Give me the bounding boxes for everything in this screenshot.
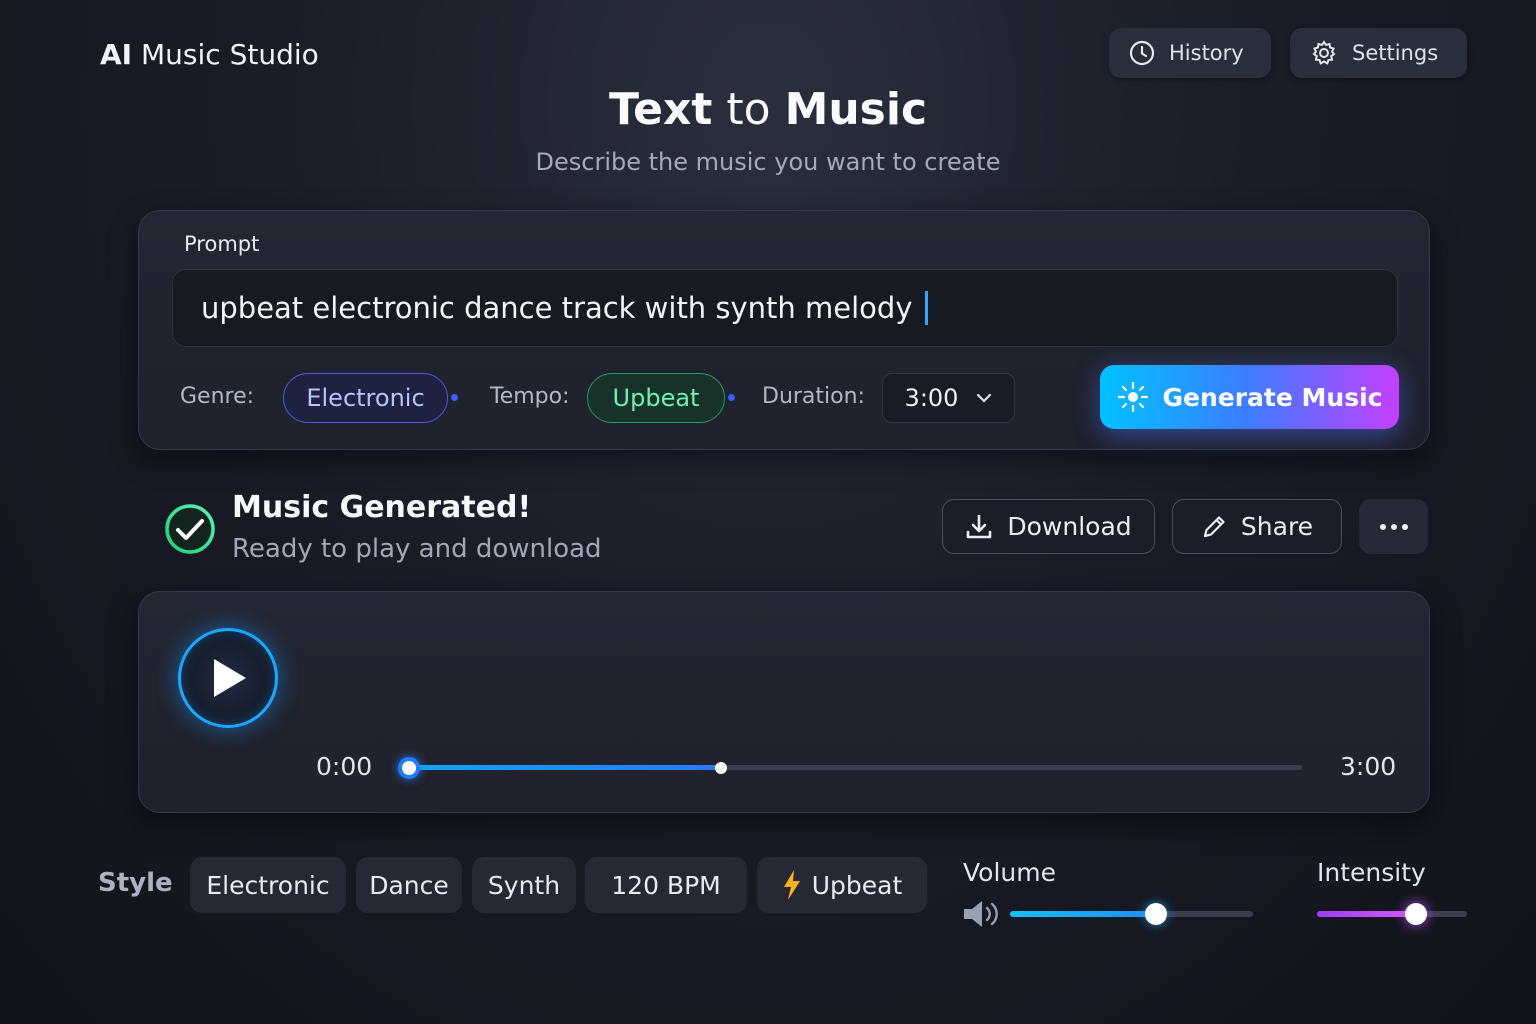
share-button[interactable]: Share [1172, 499, 1342, 554]
text-caret [924, 291, 928, 325]
more-icon [1379, 523, 1408, 530]
intensity-knob[interactable] [1405, 903, 1427, 925]
waveform-logo-icon [49, 31, 89, 77]
prompt-input[interactable]: upbeat electronic dance track with synth… [172, 269, 1398, 347]
volume-knob[interactable] [1145, 903, 1167, 925]
tempo-chip[interactable]: Upbeat [587, 373, 725, 423]
clock-icon [1129, 40, 1155, 66]
download-icon [967, 514, 992, 538]
intensity-fill [1317, 911, 1416, 917]
style-label: Style [98, 868, 173, 898]
duration-select[interactable]: 3:00 [882, 373, 1015, 423]
check-circle-icon [165, 504, 215, 554]
settings-label: Settings [1352, 41, 1439, 65]
download-label: Download [1007, 512, 1132, 541]
tempo-label: Tempo: [490, 384, 570, 409]
status-title: Music Generated! [232, 490, 532, 525]
duration-value: 3:00 [904, 384, 959, 412]
gear-icon [1312, 40, 1336, 65]
progress-fill [408, 765, 721, 770]
pencil-icon [1203, 515, 1225, 537]
chevron-down-icon [977, 393, 992, 403]
volume-fill [1010, 911, 1156, 917]
play-button[interactable] [178, 628, 278, 728]
current-time: 0:00 [316, 752, 373, 781]
page-subtitle: Describe the music you want to create [535, 148, 1001, 176]
progress-knob[interactable] [715, 762, 727, 774]
volume-label: Volume [963, 858, 1056, 887]
style-tag-dance[interactable]: Dance [356, 857, 462, 913]
speaker-icon[interactable] [962, 899, 1000, 929]
app-title: AI Music Studio [100, 37, 319, 71]
style-tag-synth[interactable]: Synth [472, 857, 576, 913]
generate-label: Generate Music [1162, 382, 1383, 412]
duration-label: Duration: [762, 384, 865, 409]
settings-button[interactable]: Settings [1290, 28, 1467, 78]
prompt-label: Prompt [184, 232, 260, 256]
download-button[interactable]: Download [942, 499, 1155, 554]
genre-label: Genre: [180, 384, 255, 409]
genre-connector-dot [451, 394, 458, 401]
playhead-start-knob[interactable] [398, 757, 420, 779]
page-title: Text to Music [608, 84, 928, 135]
intensity-label: Intensity [1317, 858, 1426, 887]
status-subtitle: Ready to play and download [232, 534, 602, 564]
lightning-icon [783, 870, 800, 900]
brand: AI Music Studio [48, 30, 319, 78]
genre-chip[interactable]: Electronic [283, 373, 448, 423]
history-button[interactable]: History [1109, 28, 1271, 78]
style-tag-electronic[interactable]: Electronic [190, 857, 346, 913]
play-icon [214, 659, 246, 697]
waveform[interactable] [312, 612, 1408, 740]
more-options-button[interactable] [1359, 499, 1428, 554]
tempo-connector-dot [728, 394, 735, 401]
style-tag-bpm[interactable]: 120 BPM [585, 857, 747, 913]
sparkle-icon [1117, 381, 1148, 413]
style-tag-upbeat-label: Upbeat [811, 870, 903, 900]
history-label: History [1169, 41, 1244, 65]
generate-music-button[interactable]: Generate Music [1100, 365, 1399, 429]
style-tag-upbeat[interactable]: Upbeat [757, 857, 927, 913]
share-label: Share [1240, 512, 1314, 541]
prompt-text: upbeat electronic dance track with synth… [201, 291, 913, 325]
total-time: 3:00 [1340, 752, 1397, 781]
